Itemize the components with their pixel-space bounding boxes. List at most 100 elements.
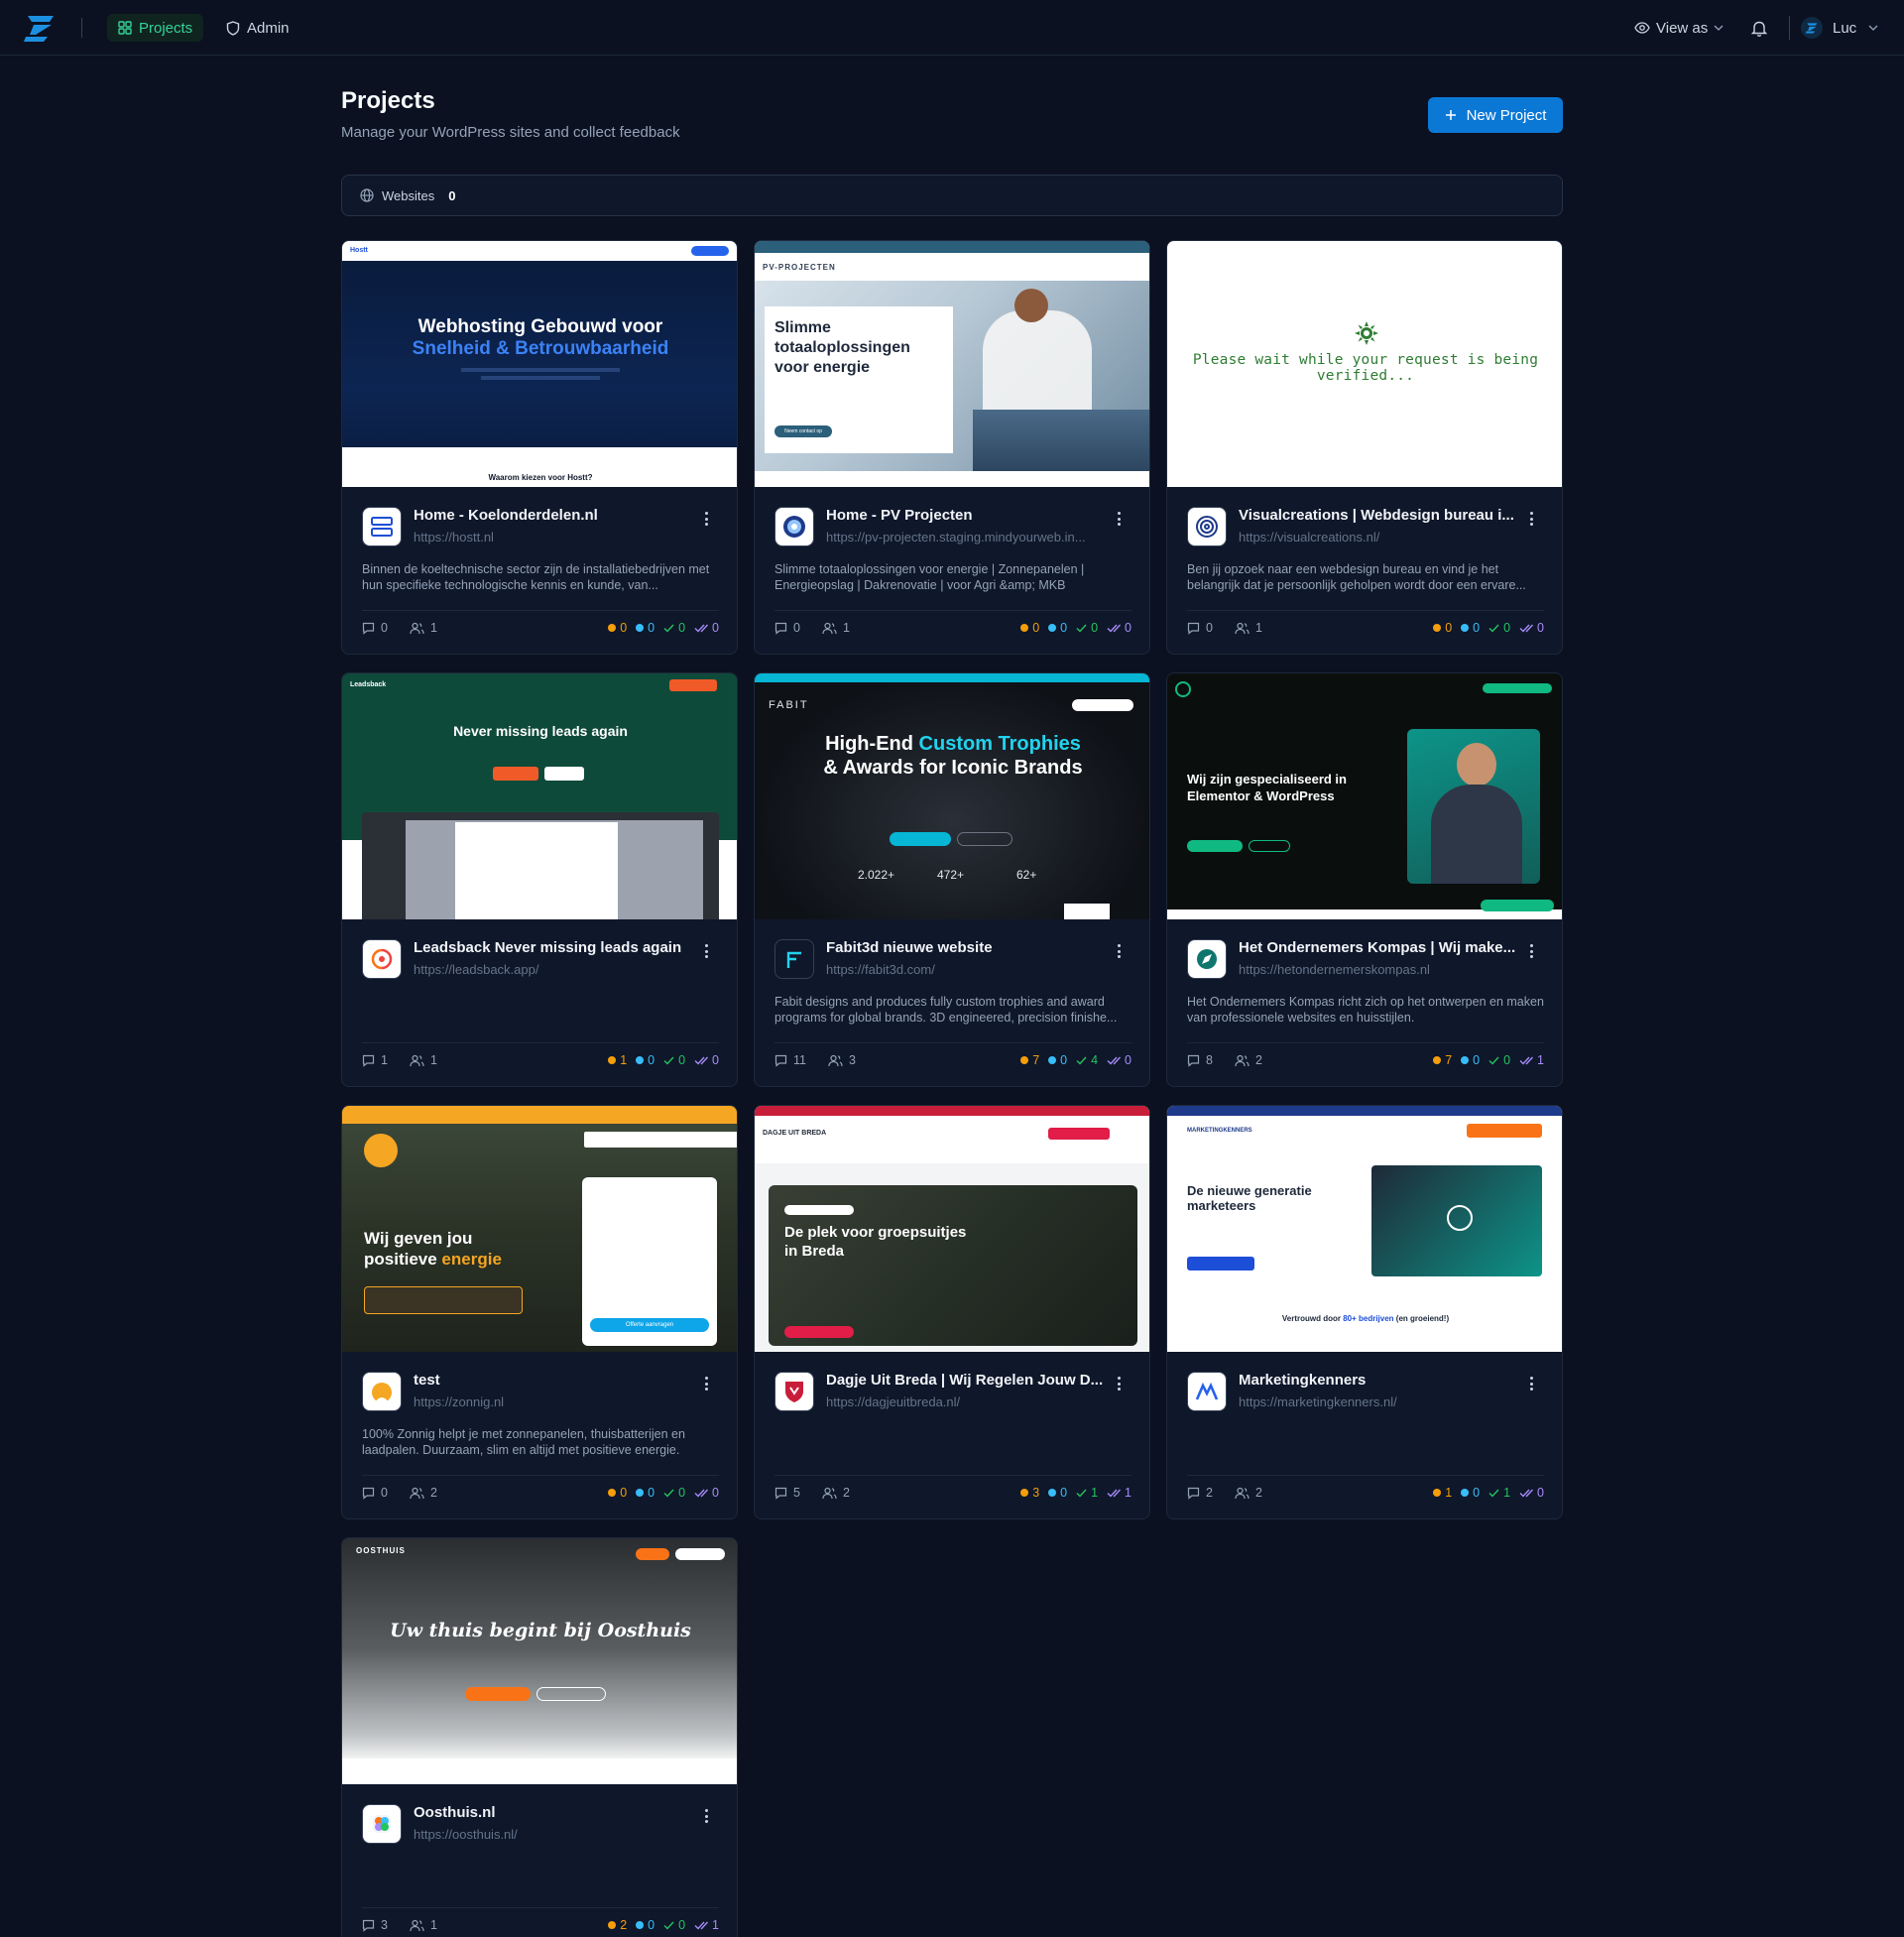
open-count: 2 xyxy=(620,1918,628,1932)
project-thumbnail[interactable]: Wij zijn gespecialiseerd in Elementor & … xyxy=(1167,673,1562,919)
project-url[interactable]: https://hetondernemerskompas.nl xyxy=(1239,962,1516,977)
app-logo-icon[interactable] xyxy=(22,13,58,43)
verified-status: 0 xyxy=(1107,1053,1131,1067)
project-url[interactable]: https://fabit3d.com/ xyxy=(826,962,1104,977)
double-check-icon xyxy=(694,624,709,633)
project-card[interactable]: PV-PROJECTEN Slimme totaaloplossingen vo… xyxy=(754,240,1150,655)
project-url[interactable]: https://dagjeuitbreda.nl/ xyxy=(826,1394,1104,1409)
comments-count: 11 xyxy=(793,1053,806,1067)
open-dot-icon xyxy=(1433,624,1442,632)
progress-status: 0 xyxy=(1048,621,1067,635)
project-menu-icon[interactable] xyxy=(701,509,711,529)
project-card[interactable]: MARKETINGKENNERS De nieuwe generatie mar… xyxy=(1166,1105,1563,1519)
project-card[interactable]: Leadsback Never missing leads again Lead… xyxy=(341,672,738,1087)
resolved-status: 0 xyxy=(663,1053,685,1067)
project-stats: 0 1 xyxy=(774,621,850,635)
open-dot-icon xyxy=(1433,1489,1442,1497)
progress-dot-icon xyxy=(636,624,645,632)
notifications-button[interactable] xyxy=(1751,14,1767,42)
project-menu-icon[interactable] xyxy=(1114,509,1124,529)
project-title[interactable]: Home - Koelonderdelen.nl xyxy=(414,507,691,524)
project-title[interactable]: test xyxy=(414,1372,691,1389)
project-card[interactable]: Please wait while your request is being … xyxy=(1166,240,1563,655)
project-title[interactable]: Oosthuis.nl xyxy=(414,1804,691,1821)
site-favicon xyxy=(774,939,814,979)
verified-count: 1 xyxy=(1537,1053,1544,1067)
project-title[interactable]: Fabit3d nieuwe website xyxy=(826,939,1104,956)
project-title[interactable]: Marketingkenners xyxy=(1239,1372,1516,1389)
nav-projects[interactable]: Projects xyxy=(107,14,204,42)
open-status: 0 xyxy=(608,621,627,635)
users-icon xyxy=(410,1919,424,1931)
project-thumbnail[interactable]: Leadsback Never missing leads again xyxy=(342,673,737,919)
comments-count: 0 xyxy=(381,621,388,635)
project-card[interactable]: DAGJE UIT BREDA De plek voor groepsuitje… xyxy=(754,1105,1150,1519)
project-card[interactable]: Hostt Webhosting Gebouwd voor Snelheid &… xyxy=(341,240,738,655)
feedback-status: 0 0 0 0 xyxy=(608,1486,719,1500)
project-url[interactable]: https://pv-projecten.staging.mindyourweb… xyxy=(826,530,1104,545)
project-thumbnail[interactable]: PV-PROJECTEN Slimme totaaloplossingen vo… xyxy=(755,241,1149,487)
project-menu-icon[interactable] xyxy=(1114,1374,1124,1393)
nav-divider xyxy=(1789,16,1790,40)
project-title[interactable]: Dagje Uit Breda | Wij Regelen Jouw D... xyxy=(826,1372,1104,1389)
members-count: 1 xyxy=(842,621,850,635)
progress-count: 0 xyxy=(1060,621,1068,635)
project-title[interactable]: Het Ondernemers Kompas | Wij make... xyxy=(1239,939,1516,956)
project-url[interactable]: https://marketingkenners.nl/ xyxy=(1239,1394,1516,1409)
project-menu-icon[interactable] xyxy=(1114,941,1124,961)
progress-dot-icon xyxy=(1048,1056,1057,1064)
verified-status: 1 xyxy=(694,1918,719,1932)
project-url[interactable]: https://hostt.nl xyxy=(414,530,691,545)
thumb-footer: Waarom kiezen voor Hostt? xyxy=(488,473,593,482)
project-url[interactable]: https://zonnig.nl xyxy=(414,1394,691,1409)
site-favicon xyxy=(362,1804,402,1844)
project-menu-icon[interactable] xyxy=(1526,1374,1536,1393)
user-menu[interactable]: Luc xyxy=(1801,14,1878,42)
project-thumbnail[interactable]: Hostt Webhosting Gebouwd voor Snelheid &… xyxy=(342,241,737,487)
project-thumbnail[interactable]: MARKETINGKENNERS De nieuwe generatie mar… xyxy=(1167,1106,1562,1352)
project-thumbnail[interactable]: DAGJE UIT BREDA De plek voor groepsuitje… xyxy=(755,1106,1149,1352)
nav-admin[interactable]: Admin xyxy=(215,14,300,42)
project-card[interactable]: OOSTHUIS Uw thuis begint bij Oosthuis Oo… xyxy=(341,1537,738,1937)
view-as-dropdown[interactable]: View as xyxy=(1634,14,1724,42)
project-card[interactable]: FABIT High-End Custom Trophies & Awards … xyxy=(754,672,1150,1087)
project-menu-icon[interactable] xyxy=(701,941,711,961)
check-icon xyxy=(663,1056,674,1065)
progress-count: 0 xyxy=(648,621,655,635)
project-description: 100% Zonnig helpt je met zonnepanelen, t… xyxy=(362,1427,685,1457)
new-project-button[interactable]: New Project xyxy=(1428,97,1563,133)
project-title[interactable]: Visualcreations | Webdesign bureau i... xyxy=(1239,507,1516,524)
project-title[interactable]: Home - PV Projecten xyxy=(826,507,1104,524)
project-thumbnail[interactable]: Please wait while your request is being … xyxy=(1167,241,1562,487)
feedback-status: 3 0 1 1 xyxy=(1020,1486,1131,1500)
open-count: 1 xyxy=(620,1053,628,1067)
project-url[interactable]: https://oosthuis.nl/ xyxy=(414,1827,691,1842)
project-title[interactable]: Leadsback Never missing leads again xyxy=(414,939,691,956)
project-url[interactable]: https://visualcreations.nl/ xyxy=(1239,530,1516,545)
resolved-count: 0 xyxy=(1503,621,1511,635)
project-card[interactable]: Offerte aanvragen Wij geven jou positiev… xyxy=(341,1105,738,1519)
comment-icon xyxy=(774,1487,787,1500)
project-description: Binnen de koeltechnische sector zijn de … xyxy=(362,562,710,592)
project-menu-icon[interactable] xyxy=(701,1374,711,1393)
project-info: Het Ondernemers Kompas | Wij make... htt… xyxy=(1167,919,1562,1086)
comments-count: 8 xyxy=(1206,1053,1213,1067)
shield-badge-icon xyxy=(785,1382,803,1402)
progress-count: 0 xyxy=(648,1918,655,1932)
users-icon xyxy=(1235,1487,1250,1499)
project-url[interactable]: https://leadsback.app/ xyxy=(414,962,691,977)
project-description xyxy=(362,1859,721,1892)
verified-status: 0 xyxy=(694,1486,719,1500)
open-dot-icon xyxy=(1433,1056,1442,1064)
project-thumbnail[interactable]: Offerte aanvragen Wij geven jou positiev… xyxy=(342,1106,737,1352)
project-menu-icon[interactable] xyxy=(701,1806,711,1826)
project-menu-icon[interactable] xyxy=(1526,509,1536,529)
thumb-headline: Uw thuis begint bij Oosthuis xyxy=(390,1620,691,1641)
comments-count: 5 xyxy=(793,1486,800,1500)
project-thumbnail[interactable]: OOSTHUIS Uw thuis begint bij Oosthuis xyxy=(342,1538,737,1784)
project-card[interactable]: Wij zijn gespecialiseerd in Elementor & … xyxy=(1166,672,1563,1087)
members-count: 2 xyxy=(429,1486,437,1500)
project-menu-icon[interactable] xyxy=(1526,941,1536,961)
project-thumbnail[interactable]: FABIT High-End Custom Trophies & Awards … xyxy=(755,673,1149,919)
globe-icon xyxy=(783,516,805,538)
